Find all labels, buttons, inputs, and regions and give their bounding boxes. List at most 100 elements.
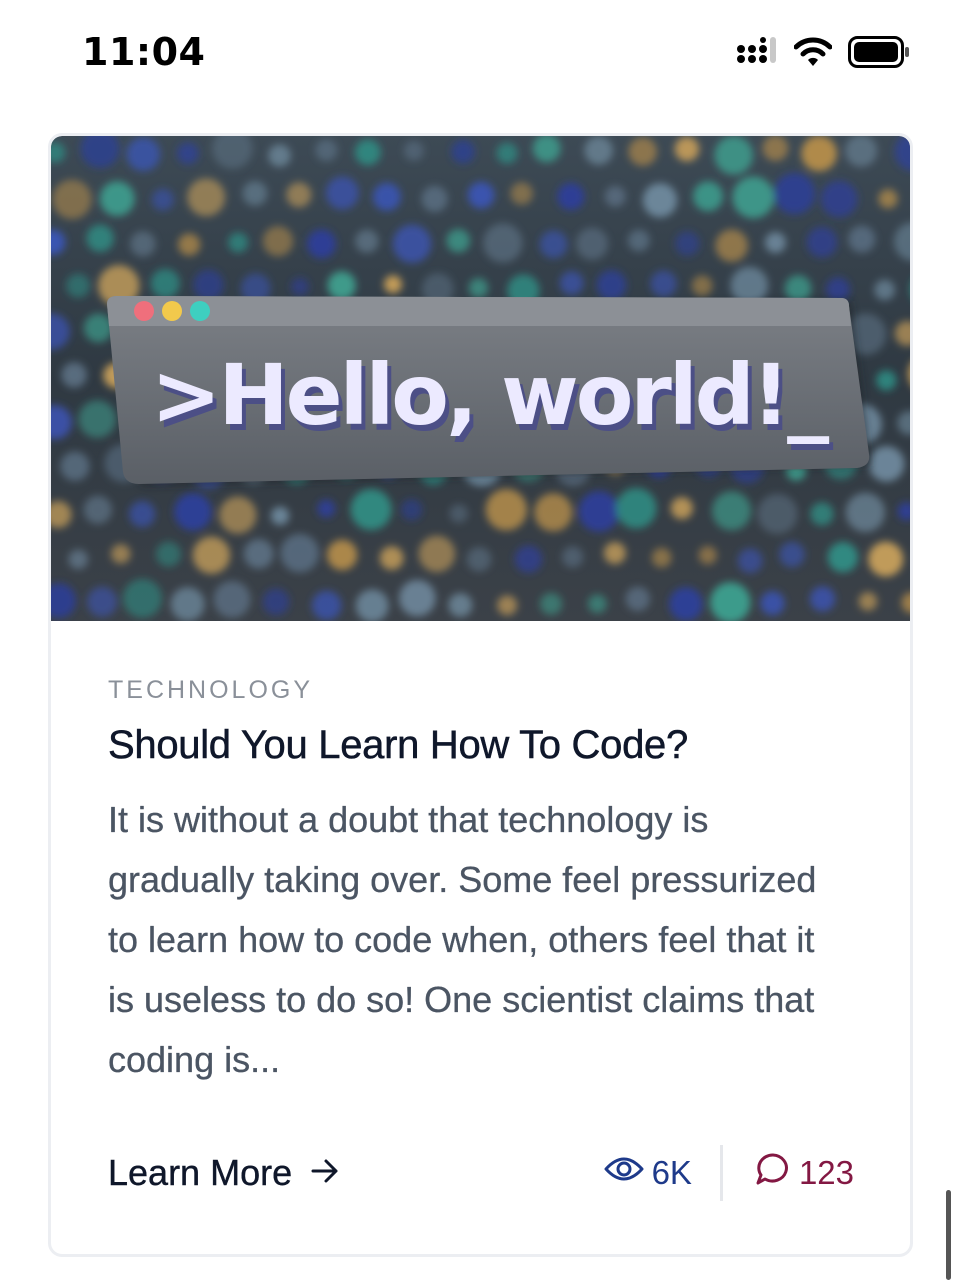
bokeh-dot xyxy=(128,500,156,528)
bokeh-dot xyxy=(576,227,609,260)
bokeh-dot xyxy=(122,578,163,618)
bokeh-dot xyxy=(307,229,336,259)
bokeh-dot xyxy=(268,144,291,167)
bokeh-dot xyxy=(625,586,650,612)
bokeh-dot xyxy=(628,137,657,166)
bokeh-dot xyxy=(827,542,859,573)
bokeh-dot xyxy=(810,502,834,526)
bokeh-dot xyxy=(392,224,432,264)
bokeh-dot xyxy=(691,275,713,296)
bokeh-dot xyxy=(540,592,563,616)
bokeh-dot xyxy=(399,579,436,617)
bokeh-dot xyxy=(539,230,568,259)
bokeh-dot xyxy=(559,271,584,296)
bokeh-dot xyxy=(99,181,135,217)
learn-more-link[interactable]: Learn More xyxy=(108,1152,340,1194)
bokeh-dot xyxy=(126,137,161,172)
eye-icon xyxy=(604,1154,644,1192)
bokeh-dot xyxy=(467,181,495,209)
bokeh-dot xyxy=(262,588,290,616)
bokeh-dot xyxy=(584,136,613,165)
bokeh-dot xyxy=(86,586,118,617)
battery-icon xyxy=(848,36,910,68)
scrollbar[interactable] xyxy=(946,1190,951,1280)
comments-stat[interactable]: 123 xyxy=(723,1152,854,1194)
bokeh-dot xyxy=(757,493,798,534)
comments-count: 123 xyxy=(798,1154,854,1191)
bokeh-dot xyxy=(174,492,212,531)
bokeh-dot xyxy=(698,545,717,565)
bokeh-dot xyxy=(587,594,607,614)
bokeh-dot xyxy=(604,185,626,207)
bokeh-dot xyxy=(762,136,789,162)
bokeh-dot xyxy=(670,497,693,520)
views-count: 6K xyxy=(651,1154,692,1191)
bokeh-dot xyxy=(350,488,392,531)
bokeh-dot xyxy=(60,451,90,481)
bokeh-dot xyxy=(693,181,724,212)
bokeh-dot xyxy=(379,546,404,570)
bokeh-dot xyxy=(773,172,816,215)
bokeh-dot xyxy=(311,590,342,621)
bokeh-dot xyxy=(642,183,678,218)
bokeh-dot xyxy=(418,535,456,573)
bokeh-dot xyxy=(868,446,905,482)
bokeh-dot xyxy=(403,140,424,161)
bokeh-dot xyxy=(496,142,518,164)
bokeh-dot xyxy=(111,544,131,564)
bokeh-dot xyxy=(176,142,199,165)
bokeh-dot xyxy=(151,188,174,211)
bokeh-dot xyxy=(845,492,885,533)
bokeh-dot xyxy=(712,491,752,531)
bokeh-dot xyxy=(874,279,895,301)
bokeh-dot xyxy=(355,589,389,621)
bokeh-dot xyxy=(187,178,226,217)
bokeh-dot xyxy=(669,587,703,621)
bokeh-dot xyxy=(383,275,403,294)
status-time: 11:04 xyxy=(82,30,206,74)
bokeh-dot xyxy=(78,400,117,438)
bokeh-dot xyxy=(534,493,573,532)
bokeh-dot xyxy=(83,495,112,524)
bokeh-dot xyxy=(710,582,751,621)
status-icons xyxy=(736,36,910,68)
bokeh-dot xyxy=(868,541,904,577)
article-card[interactable]: >Hello, world!_ >Hello, world!_ TECHNOLO… xyxy=(48,133,913,1257)
bokeh-dot xyxy=(779,541,805,568)
bokeh-dot xyxy=(446,228,471,253)
bokeh-dot xyxy=(878,189,898,209)
bokeh-dot xyxy=(243,539,274,569)
bokeh-dot xyxy=(760,591,785,616)
bokeh-dot xyxy=(674,136,700,162)
bokeh-dot xyxy=(354,139,381,166)
bokeh-dot xyxy=(497,595,518,616)
bokeh-dot xyxy=(820,180,858,218)
bokeh-dot xyxy=(52,179,92,220)
learn-more-label: Learn More xyxy=(108,1152,293,1193)
wifi-icon xyxy=(794,37,832,67)
bokeh-dot xyxy=(651,547,672,568)
views-stat[interactable]: 6K xyxy=(604,1154,720,1192)
comment-icon xyxy=(755,1152,791,1194)
article-title[interactable]: Should You Learn How To Code? xyxy=(108,723,868,768)
bokeh-dot xyxy=(213,580,251,618)
bokeh-dot xyxy=(675,231,700,256)
bokeh-dot xyxy=(616,488,657,529)
bokeh-dot xyxy=(468,278,489,298)
bokeh-dot xyxy=(784,275,812,302)
article-footer: Learn More 6K 123 xyxy=(108,1144,868,1204)
bokeh-dot xyxy=(400,498,423,521)
bokeh-dot xyxy=(801,136,837,172)
bokeh-dot xyxy=(448,593,473,618)
article-category[interactable]: TECHNOLOGY xyxy=(108,676,868,705)
bokeh-dot xyxy=(178,233,201,256)
bokeh-dot xyxy=(858,592,878,611)
bokeh-dot xyxy=(290,277,309,296)
bokeh-dot xyxy=(737,548,763,574)
bokeh-dot xyxy=(806,226,838,258)
bokeh-dot xyxy=(514,545,543,573)
bokeh-dot xyxy=(485,488,528,531)
bokeh-dot xyxy=(372,182,401,211)
bokeh-dot xyxy=(86,224,114,252)
hello-world-text: >Hello, world!_ xyxy=(151,346,829,444)
